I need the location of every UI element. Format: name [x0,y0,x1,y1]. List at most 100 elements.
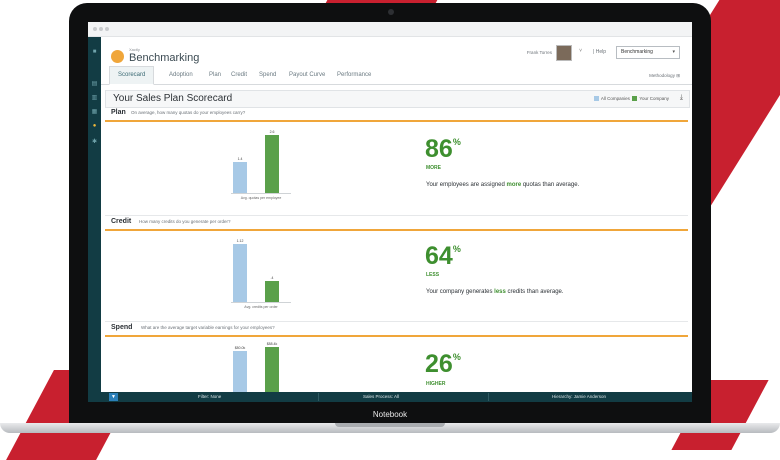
percent-value: 86% [425,135,461,164]
bar-your-company [265,135,279,193]
left-nav-rail: ■ ▤ ▥ ▦ ● ✱ [88,37,101,392]
filter-icon[interactable]: ▼ [109,393,118,401]
tab-plan[interactable]: Plan [209,67,221,84]
window-dot-icon [99,27,103,31]
methodology-label: Methodology [649,73,675,78]
percent-number: 26 [425,350,453,378]
product-select[interactable]: Benchmarking ▾ [616,46,680,59]
chart-baseline [231,193,291,194]
documents-icon[interactable]: ▦ [91,109,98,116]
percent-value: 26% [425,350,461,379]
scorecard-header: Your Sales Plan Scorecard All Companies … [105,90,690,108]
spend-section: Spend What are the average target variab… [105,324,688,395]
help-link[interactable]: | Help [593,49,606,55]
laptop-notch [335,423,445,427]
statement-post: quotas than average. [521,182,580,188]
hierarchy-filter[interactable]: Hierarchy: Jamie Anderson [552,392,606,402]
benchmarking-icon[interactable]: ● [91,123,98,130]
bar-value-label: 1.12 [236,239,244,244]
direction-label: LESS [426,272,440,278]
x-axis-label: Avg. quotas per employee [240,196,282,200]
percent-number: 86 [425,135,453,163]
direction-label: HIGHER [426,381,446,387]
user-name[interactable]: Frank Torres [527,50,552,55]
statement-pre: Your company generates [426,289,495,295]
comparison-statement: Your company generates less credits than… [426,289,564,295]
statement-pre: Your employees are assigned [426,182,507,188]
page-title: Your Sales Plan Scorecard [113,93,233,104]
section-title: Plan [111,109,126,116]
bar-your-company [265,346,279,394]
bar-value-label: $80.0k [234,346,246,351]
window-chrome [88,22,692,37]
section-title: Spend [111,324,133,331]
plan-chart: 1.4 2.6 Avg. quotas per employee [201,123,301,207]
legend-swatch-you [632,96,638,102]
tab-spend[interactable]: Spend [259,67,276,84]
filter-divider [488,393,489,401]
filter-divider [318,393,319,401]
section-question: What are the average target variable ear… [141,325,275,330]
sales-process-filter[interactable]: Sales Process: All [363,392,399,402]
brand-logo-icon [111,50,124,63]
laptop-screen: ■ ▤ ▥ ▦ ● ✱ Xactly Benchmarking Frank To… [88,22,692,402]
window-dot-icon [105,27,109,31]
legend-your-company: Your Company [639,96,669,101]
tab-performance[interactable]: Performance [337,67,371,84]
tab-adoption[interactable]: Adoption [169,67,193,84]
statement-post: credits than average. [505,289,564,295]
plan-section: Plan On average, how many quotas do your… [105,109,688,215]
legend-swatch-all [593,96,599,102]
section-divider [105,321,688,322]
percent-sign: % [452,352,461,362]
tab-scorecard[interactable]: Scorecard [109,66,155,85]
avatar[interactable] [556,45,572,61]
filter-bar: ▼ Filter: None Sales Process: All Hierar… [88,392,692,402]
tab-bar: Scorecard Adoption Plan Credit Spend Pay… [101,66,692,85]
percent-number: 64 [425,242,453,270]
credit-chart: 1.12 .4 Avg. credits per order [201,232,301,316]
credit-section: Credit How many credits do you generate … [105,216,688,318]
product-select-value: Benchmarking [621,49,653,55]
user-area: Frank Torres ˅ | Help Benchmarking ▾ [480,45,680,63]
x-axis-label: Avg. credits per order [244,305,278,309]
section-header: Spend What are the average target variab… [105,324,688,337]
percent-sign: % [452,137,461,147]
section-question: On average, how many quotas do your empl… [131,110,246,115]
bar-value-label: 2.6 [269,130,275,135]
download-icon[interactable]: ⤓ [680,94,683,102]
webcam-icon [388,9,394,15]
chart-baseline [231,302,291,303]
tab-payout-curve[interactable]: Payout Curve [289,67,325,84]
chevron-down-icon: ▾ [672,49,675,55]
reports-icon[interactable]: ▥ [91,95,98,102]
section-question: How many credits do you generate per ord… [139,219,231,224]
device-label: Notebook [372,410,408,419]
benchmarking-app: Xactly Benchmarking Frank Torres ˅ | Hel… [101,37,692,395]
bar-value-label: $88.4k [266,341,278,346]
section-header: Plan On average, how many quotas do your… [105,109,688,122]
tab-credit[interactable]: Credit [231,67,247,84]
statement-emphasis: less [494,289,506,295]
statement-emphasis: more [506,182,522,188]
laptop-base [0,423,780,433]
bar-all-companies [233,244,247,302]
filter-status[interactable]: Filter: None [198,392,221,402]
plans-icon[interactable]: ▤ [91,81,98,88]
percent-sign: % [452,244,461,254]
settings-icon[interactable]: ✱ [91,139,98,146]
window-dot-icon [93,27,97,31]
bar-value-label: 1.4 [237,157,243,161]
bar-your-company [265,281,279,302]
direction-label: MORE [426,165,441,171]
bar-all-companies [233,351,247,394]
percent-value: 64% [425,242,461,271]
brand-name: Benchmarking [129,52,200,64]
chart-legend: All Companies Your Company [593,96,669,102]
user-chevron-down-icon[interactable]: ˅ [579,48,582,54]
methodology-icon: ⊞ [676,73,680,78]
comparison-statement: Your employees are assigned more quotas … [426,182,579,188]
home-icon[interactable]: ■ [91,49,98,56]
section-title: Credit [111,218,132,225]
methodology-link[interactable]: Methodology ⊞ [649,73,680,79]
